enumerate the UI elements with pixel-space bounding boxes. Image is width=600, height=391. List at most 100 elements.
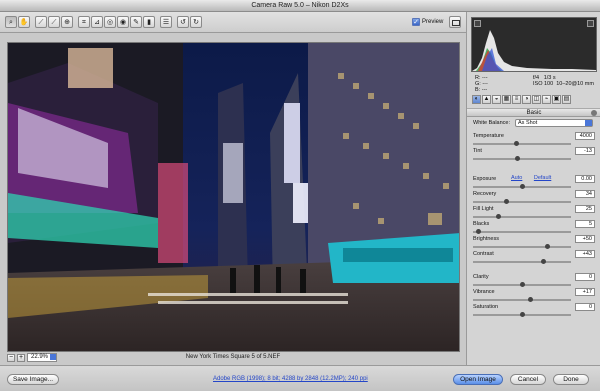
graduated-filter-icon[interactable]: ▮ [143, 16, 155, 28]
targeted-adjustment-icon[interactable]: ⊕ [61, 16, 73, 28]
straighten-icon[interactable]: ⊿ [91, 16, 103, 28]
slider-label: Fill Light [473, 206, 494, 212]
lens: 10–20@10 mm [556, 81, 594, 87]
slider-thumb[interactable] [495, 214, 501, 219]
slider-track[interactable] [473, 143, 571, 145]
highlight-clipping-icon[interactable] [587, 20, 594, 27]
slider-value-field[interactable]: 4000 [575, 132, 595, 140]
adjustment-brush-icon[interactable]: ✎ [130, 16, 142, 28]
slider-value-field[interactable]: -13 [575, 147, 595, 155]
slider-label: Saturation [473, 304, 499, 310]
toolbar: ⌕ ✋ ⟋ ⟋ ⊕ ⌗ ⊿ ◎ ◉ ✎ ▮ ☰ ↺ ↻ ✓ Preview [0, 12, 466, 33]
preview-checkbox[interactable]: ✓ [412, 18, 420, 26]
shadow-clipping-icon[interactable] [474, 20, 481, 27]
workflow-options-link[interactable]: Adobe RGB (1998); 8 bit; 4288 by 2848 (1… [213, 376, 368, 382]
fullscreen-toggle-icon[interactable] [449, 16, 461, 28]
open-image-button[interactable]: Open Image [453, 374, 503, 385]
slider-value-field[interactable]: +50 [575, 235, 595, 243]
slider-value-field[interactable]: 0 [575, 303, 595, 311]
rotate-right-icon[interactable]: ↻ [190, 16, 202, 28]
white-balance-select[interactable]: As Shot [515, 119, 593, 127]
rgb-readout: R: --- G: --- B: --- [475, 75, 488, 93]
panel-tabs: ◐ ▲ ◒ ▦ ≡ ◑ ◫ ⌁ ▣ ▤ [472, 95, 596, 105]
slider-value-field[interactable]: 25 [575, 205, 595, 213]
panel-menu-icon[interactable] [591, 110, 597, 116]
slider-saturation: Saturation 0 [473, 303, 595, 320]
photo-times-square [8, 43, 459, 351]
preview-label: Preview [422, 19, 444, 25]
panel-tab-6[interactable]: ◫ [532, 95, 541, 104]
save-image-button[interactable]: Save Image... [7, 374, 59, 385]
panel-tab-1[interactable]: ▲ [482, 95, 491, 104]
spot-removal-icon[interactable]: ◎ [104, 16, 116, 28]
slider-track[interactable] [473, 201, 571, 203]
slider-track[interactable] [473, 216, 571, 218]
slider-label: Contrast [473, 251, 494, 257]
slider-label: Vibrance [473, 289, 495, 295]
white-balance-icon[interactable]: ⟋ [35, 16, 47, 28]
slider-thumb[interactable] [540, 259, 546, 264]
zoom-icon[interactable]: ⌕ [5, 16, 17, 28]
slider-thumb[interactable] [520, 312, 525, 317]
red-eye-icon[interactable]: ◉ [117, 16, 129, 28]
slider-thumb[interactable] [544, 244, 550, 249]
rotate-left-icon[interactable]: ↺ [177, 16, 189, 28]
slider-track[interactable] [473, 246, 571, 248]
color-sampler-icon[interactable]: ⟋ [48, 16, 60, 28]
cancel-button[interactable]: Cancel [510, 374, 546, 385]
slider-label: Blacks [473, 221, 490, 227]
slider-thumb[interactable] [504, 199, 510, 204]
slider-tint: Tint -13 [473, 147, 595, 164]
panel-tab-0[interactable]: ◐ [472, 95, 481, 104]
panel-tab-7[interactable]: ⌁ [542, 95, 551, 104]
slider-track[interactable] [473, 158, 571, 160]
section-title-basic: Basic [467, 108, 600, 117]
slider-label: Tint [473, 148, 482, 154]
crop-icon[interactable]: ⌗ [78, 16, 90, 28]
preview-toggle[interactable]: ✓ Preview [412, 18, 443, 26]
histogram [471, 17, 597, 72]
white-balance-label: White Balance: [473, 120, 510, 126]
exposure-readout: f/4 1/3 s ISO 100 10–20@10 mm [533, 75, 594, 87]
slider-thumb[interactable] [520, 282, 525, 287]
slider-label: Temperature [473, 133, 504, 139]
slider-value-field[interactable]: +17 [575, 288, 595, 296]
panel-tab-3[interactable]: ▦ [502, 95, 511, 104]
slider-track[interactable] [473, 231, 571, 233]
slider-contrast: Contrast +43 [473, 250, 595, 267]
slider-label: Clarity [473, 274, 489, 280]
preferences-icon[interactable]: ☰ [160, 16, 172, 28]
file-name: New York Times Square 5 of 5.NEF [185, 354, 281, 360]
slider-label: Brightness [473, 236, 499, 242]
slider-thumb[interactable] [515, 156, 521, 161]
done-button[interactable]: Done [553, 374, 589, 385]
panel-tab-9[interactable]: ▤ [562, 95, 571, 104]
slider-value-field[interactable]: 0 [575, 273, 595, 281]
hand-icon[interactable]: ✋ [18, 16, 30, 28]
slider-thumb[interactable] [475, 229, 481, 234]
slider-thumb[interactable] [520, 184, 525, 189]
histogram-graph [472, 30, 596, 71]
white-balance: White Balance: As Shot [473, 119, 597, 128]
bottom-bar: Save Image... Adobe RGB (1998); 8 bit; 4… [0, 365, 600, 391]
slider-value-field[interactable]: 0.00 [575, 175, 595, 183]
slider-label: Recovery [473, 191, 497, 197]
slider-value-field[interactable]: 5 [575, 220, 595, 228]
slider-label: Exposure [473, 176, 497, 182]
tool-group: ⌕ ✋ ⟋ ⟋ ⊕ ⌗ ⊿ ◎ ◉ ✎ ▮ ☰ ↺ ↻ [5, 16, 202, 28]
slider-track[interactable] [473, 299, 571, 301]
slider-thumb[interactable] [514, 141, 520, 146]
panel-tab-4[interactable]: ≡ [512, 95, 521, 104]
panel-tab-8[interactable]: ▣ [552, 95, 561, 104]
right-panel: R: --- G: --- B: --- f/4 1/3 s ISO 100 1… [466, 12, 600, 365]
slider-thumb[interactable] [527, 297, 533, 302]
panel-tab-2[interactable]: ◒ [492, 95, 501, 104]
window-title: Camera Raw 5.0 – Nikon D2Xs [0, 0, 600, 12]
panel-tab-5[interactable]: ◑ [522, 95, 531, 104]
slider-value-field[interactable]: 34 [575, 190, 595, 198]
slider-track[interactable] [473, 261, 571, 263]
iso: ISO 100 [533, 81, 554, 87]
zoom-bar: − + 22.9% New York Times Square 5 of 5.N… [0, 352, 466, 364]
slider-value-field[interactable]: +43 [575, 250, 595, 258]
image-preview[interactable] [7, 42, 460, 352]
